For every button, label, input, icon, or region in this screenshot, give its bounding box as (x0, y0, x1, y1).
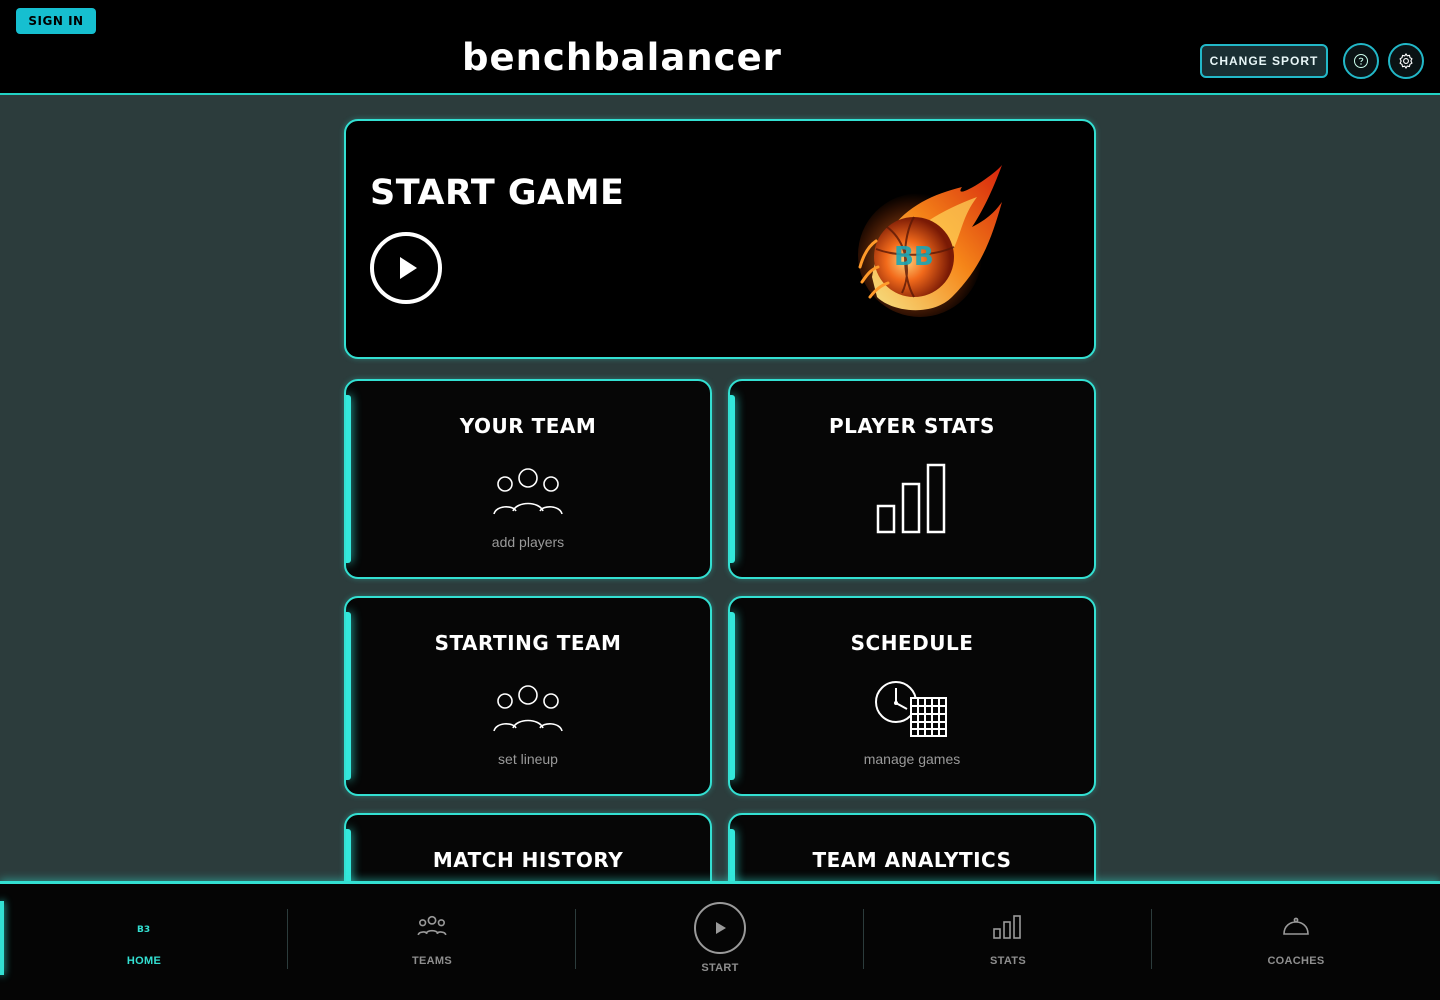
nav-start-label: START (701, 962, 739, 974)
bar-chart-icon (993, 915, 1021, 939)
nav-teams-label: TEAMS (412, 955, 452, 967)
app-title: benchbalancer (462, 36, 782, 79)
whistle-icon (1283, 917, 1309, 935)
nav-teams[interactable]: TEAMS (288, 884, 576, 1000)
sign-in-button[interactable]: SIGN IN (16, 8, 96, 34)
bb-logo-icon: B3 (137, 925, 150, 934)
change-sport-button[interactable]: CHANGE SPORT (1200, 44, 1328, 78)
team-analytics-title: TEAM ANALYTICS (812, 848, 1012, 872)
match-history-title: MATCH HISTORY (432, 848, 624, 872)
player-stats-card[interactable]: PLAYER STATS (728, 379, 1096, 579)
start-ring (694, 902, 746, 954)
nav-stats[interactable]: STATS (864, 884, 1152, 1000)
top-header: SIGN IN benchbalancer CHANGE SPORT (0, 0, 1440, 95)
start-game-play-button[interactable] (370, 232, 442, 304)
schedule-card[interactable]: SCHEDULE manage games (728, 596, 1096, 796)
nav-home[interactable]: B3 HOME (0, 884, 288, 1000)
nav-stats-label: STATS (990, 955, 1026, 967)
schedule-subtitle: manage games (863, 751, 961, 767)
start-game-title: START GAME (370, 173, 625, 213)
nav-coaches[interactable]: COACHES (1152, 884, 1440, 1000)
settings-button[interactable] (1388, 43, 1424, 79)
people-icon (493, 685, 563, 732)
your-team-subtitle: add players (491, 534, 565, 550)
player-stats-title: PLAYER STATS (829, 414, 995, 438)
svg-text:B3: B3 (137, 925, 150, 934)
starting-team-title: STARTING TEAM (434, 631, 622, 655)
bar-chart-icon (876, 463, 946, 534)
your-team-card[interactable]: YOUR TEAM add players (344, 379, 712, 579)
nav-home-label: HOME (126, 955, 162, 967)
gear-icon (1399, 53, 1413, 69)
people-icon (417, 915, 447, 936)
starting-team-card[interactable]: STARTING TEAM set lineup (344, 596, 712, 796)
starting-team-subtitle: set lineup (498, 751, 558, 767)
help-button[interactable] (1343, 43, 1379, 79)
your-team-title: YOUR TEAM (459, 414, 597, 438)
nav-coaches-label: COACHES (1267, 955, 1325, 967)
nav-start[interactable]: START (576, 884, 864, 1000)
schedule-title: SCHEDULE (850, 631, 974, 655)
question-icon (1354, 54, 1368, 68)
svg-text:BB: BB (894, 242, 934, 272)
bottom-nav: B3 HOME TEAMS START STATS COACHES (0, 881, 1440, 1000)
clock-calendar-icon (875, 681, 947, 737)
start-game-card[interactable]: START GAME BB (344, 119, 1096, 359)
flaming-basketball-image: BB (858, 165, 1002, 317)
people-icon (493, 468, 563, 515)
play-icon (400, 257, 417, 279)
play-icon (716, 922, 726, 934)
